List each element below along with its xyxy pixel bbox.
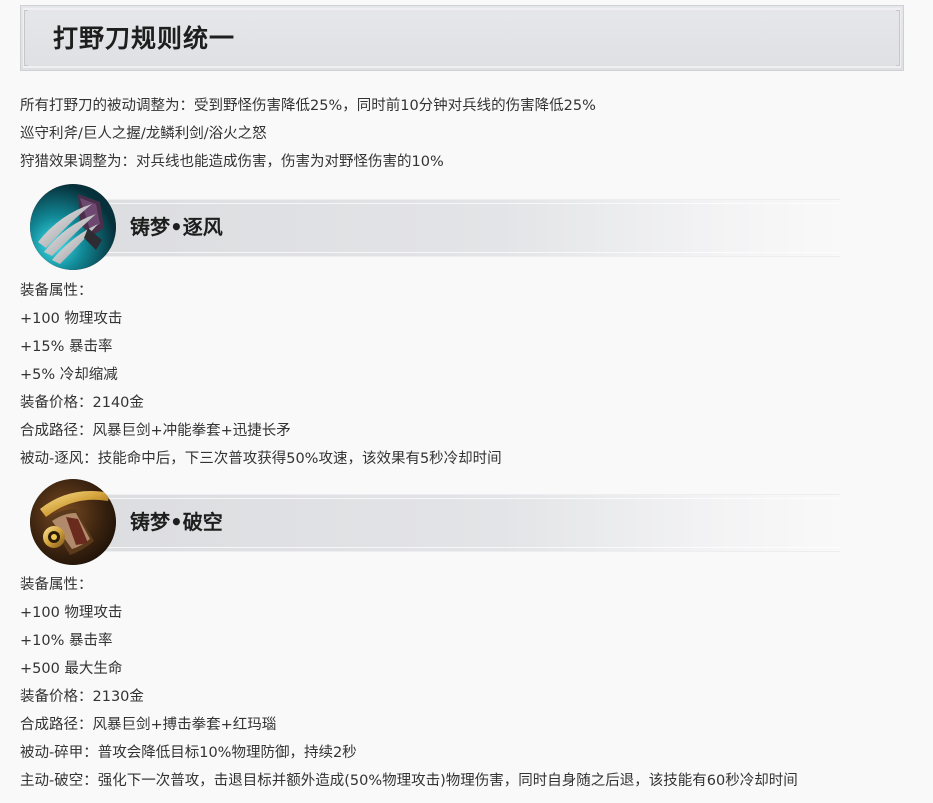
- golden-blade-icon: [30, 479, 116, 565]
- item-detail-line: +10% 暴击率: [20, 633, 113, 649]
- intro-line: 狩猎效果调整为：对兵线也能造成伤害，伤害为对野怪伤害的10%: [20, 154, 444, 170]
- section-title: 打野刀规则统一: [53, 24, 236, 53]
- item-detail-line: +100 物理攻击: [20, 311, 123, 327]
- section-header: 打野刀规则统一: [20, 5, 904, 71]
- item-header-pokong: 铸梦•破空: [30, 479, 860, 567]
- item-detail-line: 装备属性：: [20, 283, 93, 299]
- claw-blade-icon: [30, 184, 116, 270]
- item-detail-line: +5% 冷却缩减: [20, 367, 118, 383]
- item-detail-line: +15% 暴击率: [20, 339, 113, 355]
- item-detail-line: 主动-破空：强化下一次普攻，击退目标并额外造成(50%物理攻击)物理伤害，同时自…: [20, 773, 798, 789]
- item-detail-line: 被动-碎甲：普攻会降低目标10%物理防御，持续2秒: [20, 745, 357, 761]
- item-detail-line: 装备价格：2130金: [20, 689, 144, 705]
- item-detail-line: +500 最大生命: [20, 661, 123, 677]
- item-header-zhufeng: 铸梦•逐风: [30, 184, 860, 272]
- item-detail-line: 被动-逐风：技能命中后，下三次普攻获得50%攻速，该效果有5秒冷却时间: [20, 451, 502, 467]
- item-detail-line: 装备属性：: [20, 577, 93, 593]
- item-name: 铸梦•逐风: [130, 215, 223, 239]
- item-name: 铸梦•破空: [130, 510, 223, 534]
- item-detail-line: 装备价格：2140金: [20, 395, 144, 411]
- item-detail-line: 合成路径：风暴巨剑+搏击拳套+红玛瑙: [20, 717, 277, 733]
- intro-line: 巡守利斧/巨人之握/龙鳞利剑/浴火之怒: [20, 126, 267, 142]
- item-detail-line: +100 物理攻击: [20, 605, 123, 621]
- item-detail-line: 合成路径：风暴巨剑+冲能拳套+迅捷长矛: [20, 423, 291, 439]
- intro-line: 所有打野刀的被动调整为：受到野怪伤害降低25%，同时前10分钟对兵线的伤害降低2…: [20, 98, 596, 114]
